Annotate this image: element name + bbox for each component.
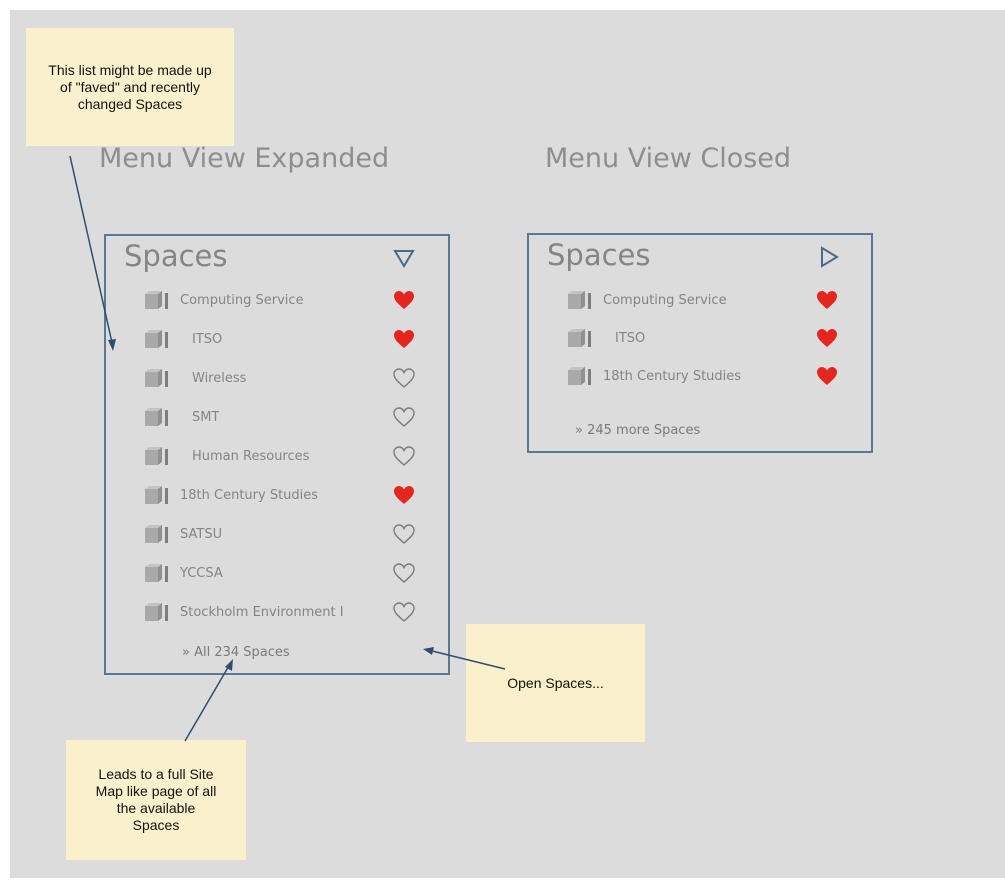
arrow-to-list xyxy=(69,155,114,348)
arrow-to-panel xyxy=(427,649,506,670)
annotation-arrows xyxy=(69,155,506,742)
arrow-to-panel-head xyxy=(423,647,434,655)
arrow-to-all-link xyxy=(184,663,231,742)
arrow-to-list-head xyxy=(108,339,116,351)
